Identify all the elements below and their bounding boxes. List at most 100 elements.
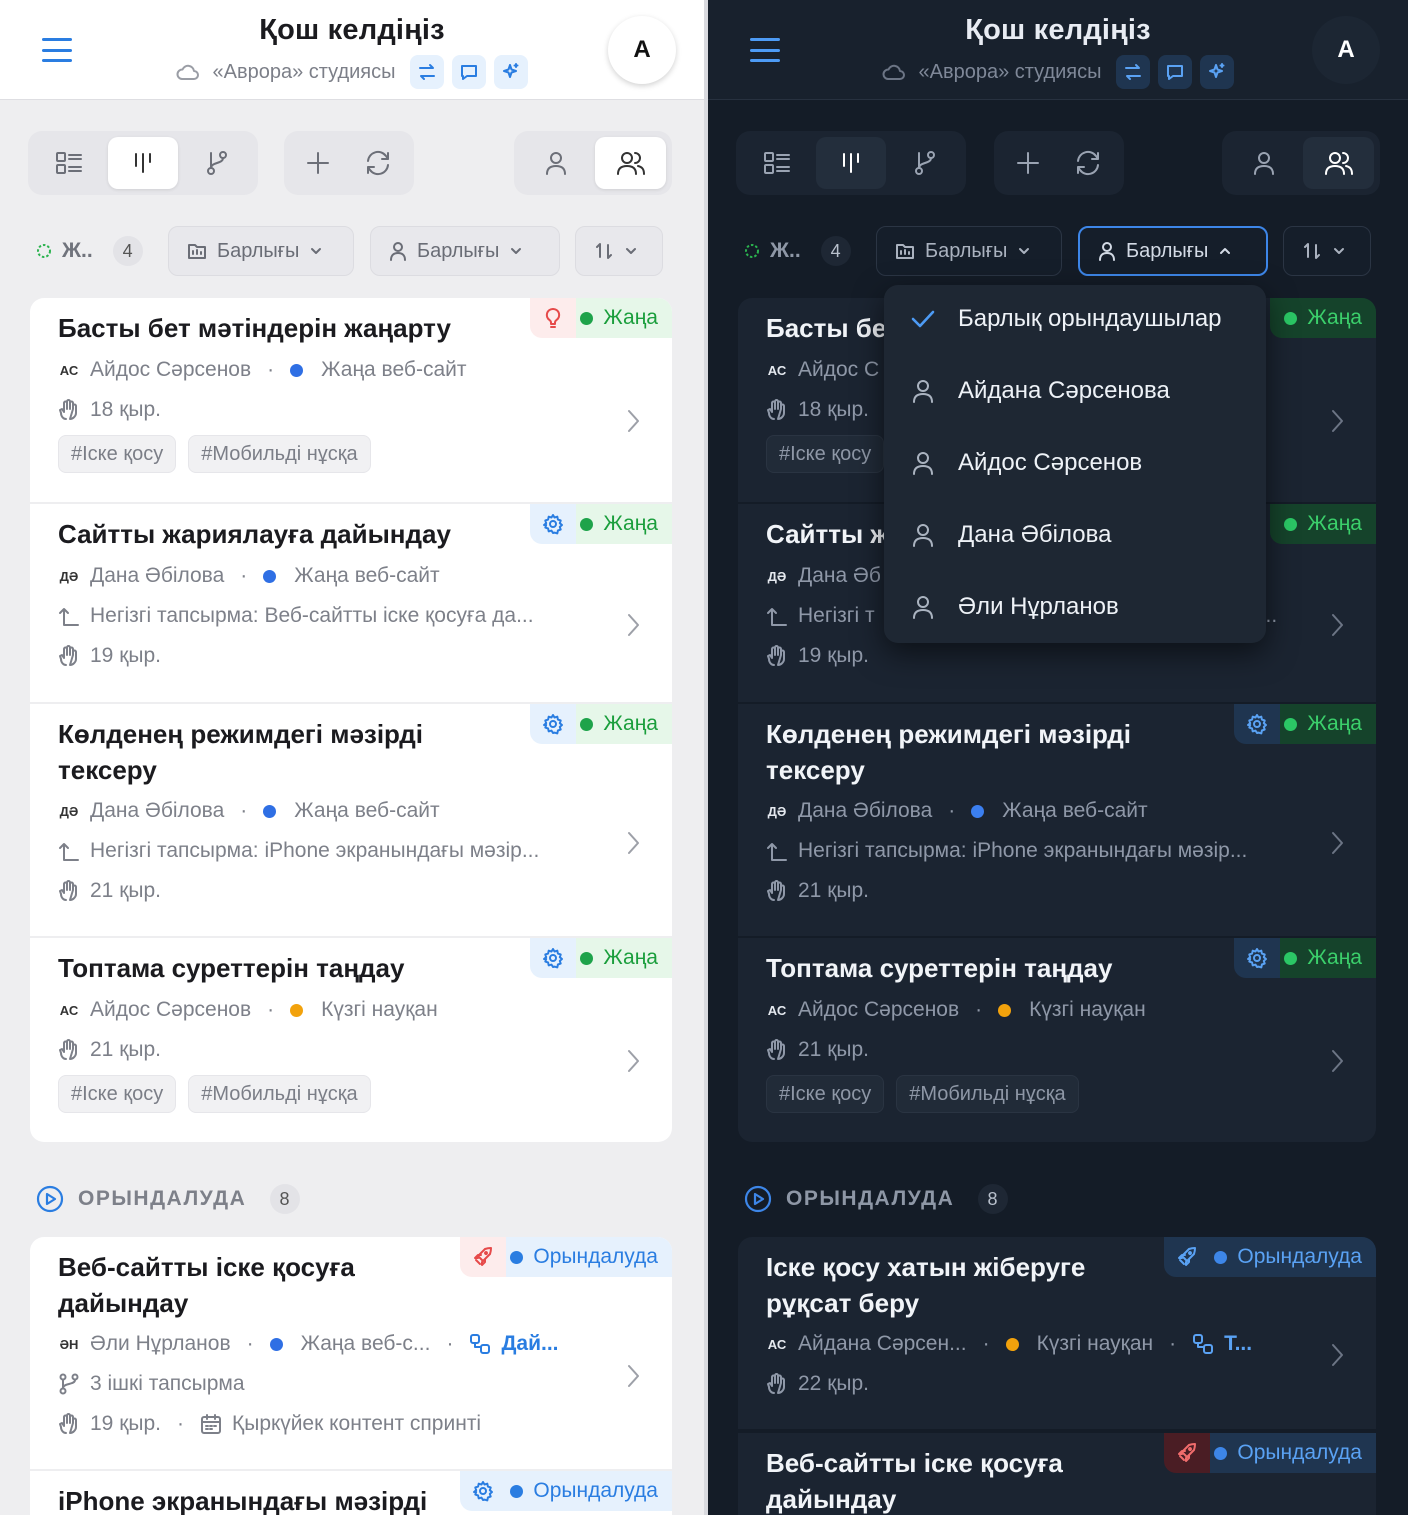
task-title: Іске қосу хатын жіберуге рұқсат беру — [766, 1252, 1086, 1318]
dropdown-item-label: Барлық орындаушылар — [958, 305, 1222, 332]
sort-button[interactable] — [575, 226, 663, 276]
dropdown-item-user[interactable]: Айдана Сәрсенова — [910, 377, 1170, 405]
chevron-right-icon[interactable] — [626, 408, 642, 434]
dropdown-item-all[interactable]: Барлық орындаушылар — [910, 305, 1222, 333]
project-name: Жаңа веб-сайт — [294, 799, 440, 822]
task-card[interactable]: Орындалуда Веб-сайтты іске қосуға дайында… — [30, 1237, 672, 1469]
project-dot — [290, 1003, 304, 1017]
dropdown-item-user[interactable]: Айдос Сәрсенов — [910, 449, 1142, 477]
chevron-right-icon[interactable] — [626, 1048, 642, 1074]
avatar[interactable]: А — [1312, 16, 1380, 84]
project-filter-label: Барлығы — [217, 239, 300, 262]
assignee-filter-button[interactable]: Барлығы — [370, 226, 560, 276]
chevron-right-icon[interactable] — [626, 612, 642, 638]
task-card[interactable]: Орындалуда Іске қосу хатын жіберуге рұқса… — [738, 1237, 1376, 1429]
ai-button[interactable] — [493, 55, 528, 89]
messages-button[interactable] — [1157, 55, 1192, 89]
hand-icon — [767, 399, 785, 420]
assignee-dropdown-menu: Барлық орындаушылар Айдана Сәрсенова Айд… — [884, 285, 1266, 643]
status-badge-label: Жаңа — [603, 512, 658, 535]
workspace-name: «Аврора» студиясы — [918, 60, 1102, 83]
tag[interactable]: #Мобильді нұсқа — [896, 1075, 1079, 1113]
user-icon — [545, 152, 566, 175]
user-icon — [913, 452, 933, 475]
chevron-right-icon[interactable] — [1330, 1048, 1346, 1074]
my-tasks-button[interactable] — [520, 137, 591, 189]
chevron-right-icon[interactable] — [1330, 408, 1346, 434]
task-card[interactable]: Орындалуда iPhone экранындағы мәзірді — [30, 1471, 672, 1515]
task-card[interactable]: Жаңа Көлденең режимдегі мәзірді тексеру Д… — [738, 704, 1376, 936]
task-card[interactable]: Жаңа Көлденең режимдегі мәзірді тексеру Д… — [30, 704, 672, 936]
tag[interactable]: #Іске қосу — [766, 435, 885, 473]
task-card[interactable]: Жаңа Сайтты жариялауға дайындау ДӘ Дана … — [30, 504, 672, 702]
list-view-button[interactable] — [742, 137, 812, 189]
assignee-filter-button[interactable]: Барлығы — [1078, 226, 1268, 276]
tag[interactable]: #Іске қосу — [58, 1075, 177, 1113]
task-card[interactable]: Жаңа Басты бет мәтіндерін жаңарту АС Айд… — [30, 298, 672, 502]
section-header-in-progress[interactable]: ОРЫНДАЛУДА 8 — [744, 1184, 1009, 1214]
chevron-right-icon[interactable] — [1330, 830, 1346, 856]
status-badge: Орындалуда — [460, 1471, 672, 1511]
project-filter-button[interactable]: Барлығы — [876, 226, 1062, 276]
ai-button[interactable] — [1199, 55, 1234, 89]
project-name: Жаңа веб-с... — [300, 1332, 431, 1355]
branch-view-button[interactable] — [182, 137, 252, 189]
idea-icon — [530, 298, 577, 338]
task-title: Сайтты жариялауға дайындау — [58, 519, 451, 549]
project-dot — [269, 1337, 283, 1351]
linked-item[interactable]: Дай... — [501, 1332, 558, 1356]
avatar[interactable]: А — [608, 16, 676, 84]
messages-button[interactable] — [451, 55, 486, 89]
task-title: Көлденең режимдегі мәзірді тексеру — [766, 719, 1132, 785]
refresh-button[interactable] — [1060, 137, 1116, 189]
section-title: ОРЫНДАЛУДА — [78, 1187, 247, 1210]
assignee-initials: АС — [767, 1336, 787, 1352]
team-tasks-button[interactable] — [1303, 137, 1374, 189]
task-card[interactable]: Жаңа Топтама суреттерін таңдау АС Айдос … — [738, 938, 1376, 1142]
status-filter[interactable]: Ж.. 4 — [36, 226, 143, 276]
sort-icon — [596, 243, 612, 259]
switch-workspace-button[interactable] — [409, 55, 444, 89]
tag[interactable]: #Мобильді нұсқа — [188, 1075, 371, 1113]
switch-workspace-button[interactable] — [1115, 55, 1150, 89]
task-card[interactable]: Жаңа Топтама суреттерін таңдау АС Айдос … — [30, 938, 672, 1142]
branch-icon — [207, 151, 227, 175]
status-badge-label: Орындалуда — [1237, 1441, 1362, 1464]
cloud-icon — [883, 64, 906, 80]
sort-icon — [1304, 243, 1320, 259]
dropdown-item-user[interactable]: Әли Нұрланов — [910, 593, 1119, 621]
status-badge: Жаңа — [1270, 504, 1376, 544]
chevron-right-icon[interactable] — [626, 1363, 642, 1389]
dropdown-item-user[interactable]: Дана Әбілова — [910, 521, 1111, 549]
add-task-button[interactable] — [290, 137, 346, 189]
app-header: Қош келдіңіз «Аврора» студиясы А — [0, 0, 704, 100]
due-date: 21 қыр. — [798, 1038, 869, 1061]
gear-icon — [1234, 938, 1281, 978]
chevron-right-icon[interactable] — [1330, 612, 1346, 638]
tag[interactable]: #Іске қосу — [58, 435, 177, 473]
tag[interactable]: #Іске қосу — [766, 1075, 885, 1113]
board-view-button[interactable] — [816, 137, 886, 189]
linked-item[interactable]: Т... — [1224, 1332, 1252, 1356]
sort-button[interactable] — [1283, 226, 1371, 276]
user-icon — [1253, 152, 1274, 175]
task-card[interactable]: Орындалуда Веб-сайтты іске қосуға дайында… — [738, 1433, 1376, 1515]
refresh-icon — [1077, 150, 1099, 176]
list-view-button[interactable] — [34, 137, 104, 189]
chevron-right-icon[interactable] — [1330, 1342, 1346, 1368]
project-filter-button[interactable]: Барлығы — [168, 226, 354, 276]
section-header-in-progress[interactable]: ОРЫНДАЛУДА 8 — [36, 1184, 301, 1214]
refresh-button[interactable] — [350, 137, 406, 189]
my-tasks-button[interactable] — [1228, 137, 1299, 189]
assignee-name: Дана Әб — [798, 564, 881, 587]
add-task-button[interactable] — [1000, 137, 1056, 189]
branch-view-button[interactable] — [890, 137, 960, 189]
tag[interactable]: #Мобильді нұсқа — [188, 435, 371, 473]
chat-icon — [460, 65, 477, 80]
chevron-right-icon[interactable] — [626, 830, 642, 856]
parent-task: Негізгі тапсырма: Веб-сайтты іске қосуға… — [90, 604, 534, 627]
board-view-button[interactable] — [108, 137, 178, 189]
status-filter[interactable]: Ж.. 4 — [744, 226, 851, 276]
team-tasks-button[interactable] — [595, 137, 666, 189]
user-icon — [1099, 242, 1115, 261]
